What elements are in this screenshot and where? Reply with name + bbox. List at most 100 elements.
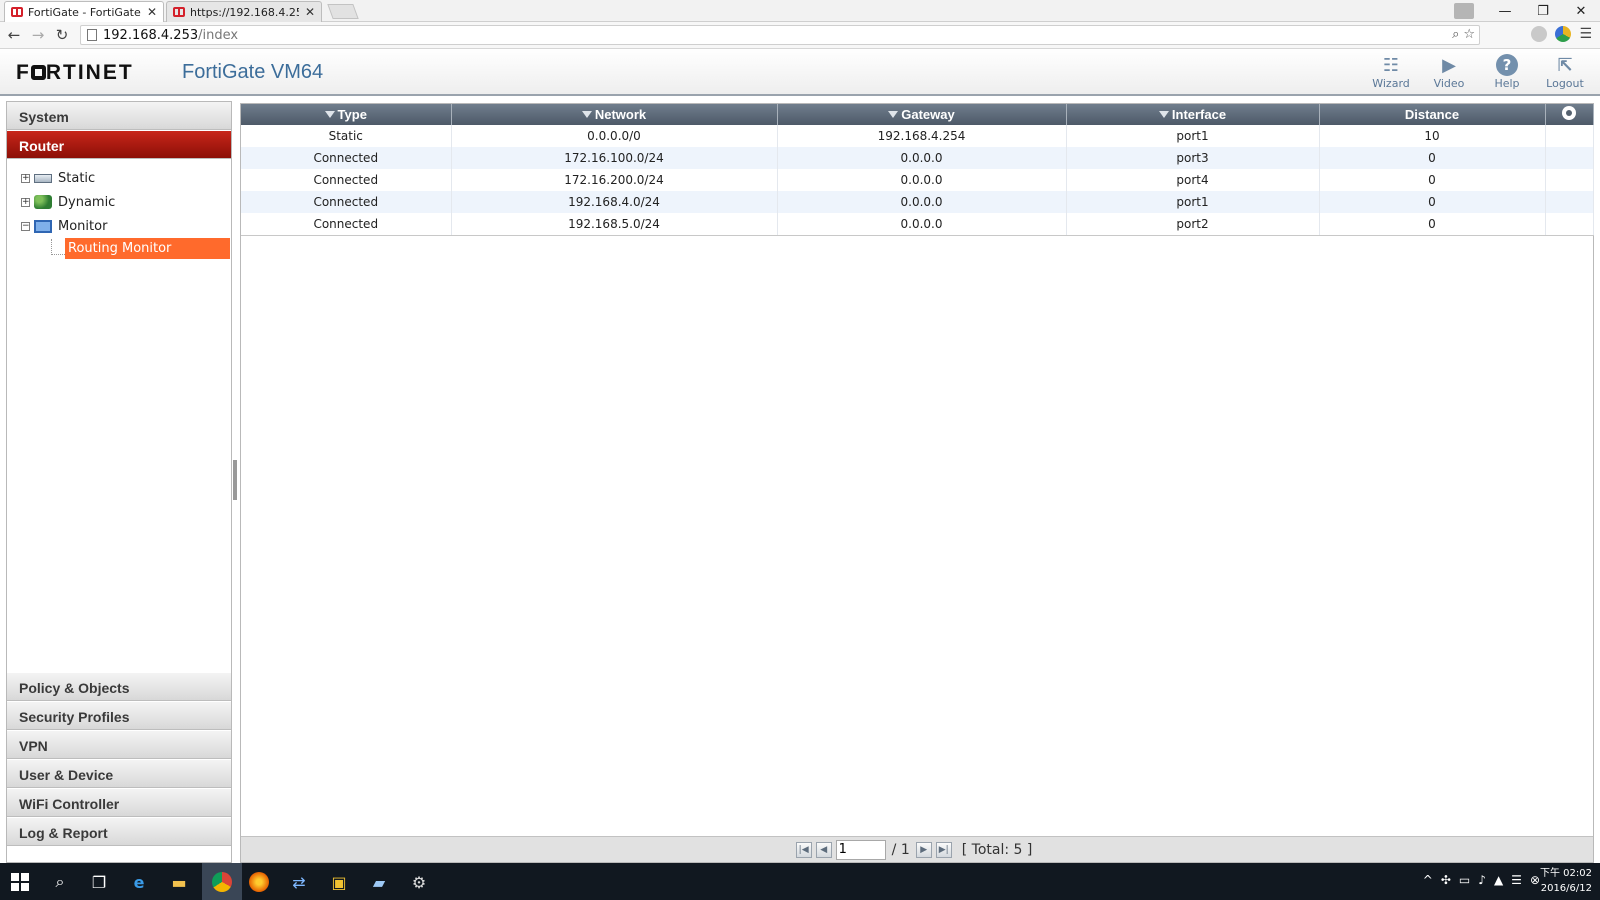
tab-close-icon[interactable]: ✕	[305, 5, 315, 19]
routing-table: Type Network Gateway Interface Distance …	[241, 104, 1594, 236]
tree-item-dynamic[interactable]: + Dynamic	[21, 192, 115, 212]
next-page-icon[interactable]: ▶	[915, 841, 932, 858]
expand-icon[interactable]: +	[21, 173, 30, 183]
tree-item-static[interactable]: + Static	[21, 168, 95, 188]
cell-type: Connected	[241, 191, 452, 213]
close-window-icon[interactable]: ✕	[1562, 0, 1600, 22]
nav-vpn[interactable]: VPN	[7, 731, 231, 759]
page-number-input[interactable]	[835, 839, 886, 860]
nav-wifi-controller[interactable]: WiFi Controller	[7, 789, 231, 817]
cell-distance: 0	[1319, 213, 1546, 236]
logout-icon: ⇱	[1557, 54, 1573, 76]
nav-policy-objects[interactable]: Policy & Objects	[7, 673, 231, 701]
prev-page-icon[interactable]: ◀	[815, 841, 832, 858]
start-button[interactable]	[7, 869, 33, 895]
cell-distance: 0	[1319, 169, 1546, 191]
page-icon	[87, 29, 97, 41]
zoom-icon[interactable]: ⌕	[1452, 27, 1459, 42]
nav-user-device[interactable]: User & Device	[7, 760, 231, 788]
tree-label-dynamic: Dynamic	[58, 194, 116, 210]
forward-icon[interactable]: →	[28, 25, 48, 45]
tool-app-icon[interactable]: ⚙	[406, 869, 432, 895]
browser-tab[interactable]: https://192.168.4.254/login ✕	[166, 1, 322, 22]
column-header-network[interactable]: Network	[451, 104, 778, 125]
dynamic-route-icon	[34, 195, 52, 209]
table-row[interactable]: Connected 192.168.5.0/24 0.0.0.0 port2 0	[241, 213, 1594, 236]
chrome-taskbar-icon[interactable]	[202, 863, 242, 900]
restore-icon[interactable]: ❐	[1524, 0, 1562, 22]
cell-type: Connected	[241, 147, 452, 169]
wizard-icon: ☷	[1382, 54, 1400, 76]
menu-icon[interactable]: ☰	[1579, 26, 1592, 42]
volume-icon[interactable]: ♪	[1478, 873, 1486, 887]
clock-date: 2016/6/12	[1540, 883, 1592, 894]
column-header-gateway[interactable]: Gateway	[777, 104, 1067, 125]
windows-logo-icon	[11, 873, 29, 891]
table-row[interactable]: Connected 172.16.100.0/24 0.0.0.0 port3 …	[241, 147, 1594, 169]
file-explorer-icon[interactable]: ▬	[166, 869, 192, 895]
tab-close-icon[interactable]: ✕	[147, 5, 157, 19]
vpn-extension-icon[interactable]	[1555, 26, 1572, 42]
cell-empty	[1545, 191, 1594, 213]
expand-icon[interactable]: +	[21, 197, 30, 207]
cell-type: Connected	[241, 169, 452, 191]
system-clock[interactable]: 下午 02:02 2016/6/12	[1540, 866, 1592, 896]
gear-icon[interactable]	[1562, 106, 1576, 120]
tray-close-icon[interactable]: ⊗	[1530, 873, 1540, 887]
column-settings[interactable]	[1545, 104, 1594, 125]
tray-expand-icon[interactable]: ^	[1423, 873, 1433, 887]
page-count: / 1	[891, 841, 910, 858]
column-header-interface[interactable]: Interface	[1066, 104, 1320, 125]
wizard-button[interactable]: ☷ Wizard	[1362, 53, 1420, 91]
table-row[interactable]: Static 0.0.0.0/0 192.168.4.254 port1 10	[241, 125, 1594, 147]
drive-icon[interactable]: ▲	[1494, 873, 1503, 887]
reload-icon[interactable]: ↻	[52, 25, 72, 45]
monitor-icon	[34, 219, 52, 233]
table-row[interactable]: Connected 192.168.4.0/24 0.0.0.0 port1 0	[241, 191, 1594, 213]
back-icon[interactable]: ←	[4, 25, 24, 45]
left-navigation: System Router + Static + Dynamic − Monit…	[6, 101, 232, 863]
logout-button[interactable]: ⇱ Logout	[1536, 53, 1594, 91]
new-tab-button[interactable]	[327, 4, 359, 19]
last-page-icon[interactable]: ▶|	[935, 841, 952, 858]
cell-network: 192.168.4.0/24	[451, 191, 778, 213]
nav-security-profiles[interactable]: Security Profiles	[7, 702, 231, 730]
column-header-distance[interactable]: Distance	[1319, 104, 1546, 125]
search-icon[interactable]: ⌕	[47, 869, 73, 895]
tray-app-icon[interactable]: ✣	[1441, 873, 1451, 887]
filter-icon[interactable]	[888, 111, 899, 118]
bookmark-star-icon[interactable]: ☆	[1463, 27, 1475, 42]
filter-icon[interactable]	[324, 111, 335, 118]
browser-tab-active[interactable]: FortiGate - FortiGate-VM64 ✕	[4, 1, 164, 22]
collapse-icon[interactable]: −	[21, 221, 30, 231]
edge-browser-icon[interactable]: e	[126, 869, 152, 895]
filter-icon[interactable]	[581, 111, 592, 118]
profile-icon[interactable]	[1454, 3, 1474, 19]
column-header-type[interactable]: Type	[241, 104, 452, 125]
video-icon: ▶	[1442, 54, 1456, 76]
first-page-icon[interactable]: |◀	[795, 841, 812, 858]
tree-label-monitor: Monitor	[58, 218, 108, 234]
table-row[interactable]: Connected 172.16.200.0/24 0.0.0.0 port4 …	[241, 169, 1594, 191]
notepad-icon[interactable]: ▰	[366, 869, 392, 895]
pagination-bar: |◀ ◀ / 1 ▶ ▶| [ Total: 5 ]	[241, 836, 1593, 862]
nav-router[interactable]: Router	[7, 131, 231, 159]
logout-label: Logout	[1546, 77, 1584, 90]
nav-system[interactable]: System	[7, 102, 231, 130]
firefox-icon[interactable]	[246, 869, 272, 895]
panel-splitter[interactable]	[233, 460, 237, 500]
video-button[interactable]: ▶ Video	[1420, 53, 1478, 91]
address-bar[interactable]: 192.168.4.253 /index ⌕ ☆	[80, 25, 1480, 45]
help-button[interactable]: ? Help	[1478, 53, 1536, 90]
minimize-icon[interactable]: —	[1486, 0, 1524, 22]
filter-icon[interactable]	[1158, 111, 1169, 118]
task-view-icon[interactable]: ❐	[86, 869, 112, 895]
app-icon[interactable]: ▣	[326, 869, 352, 895]
nav-log-report[interactable]: Log & Report	[7, 818, 231, 846]
tree-item-routing-monitor[interactable]: Routing Monitor	[65, 238, 230, 259]
cloud-extension-icon[interactable]	[1531, 26, 1548, 42]
network-icon[interactable]: ▭	[1459, 873, 1470, 887]
network-app-icon[interactable]: ⇄	[286, 869, 312, 895]
notification-icon[interactable]: ☰	[1511, 873, 1522, 887]
tree-item-monitor[interactable]: − Monitor	[21, 216, 107, 236]
